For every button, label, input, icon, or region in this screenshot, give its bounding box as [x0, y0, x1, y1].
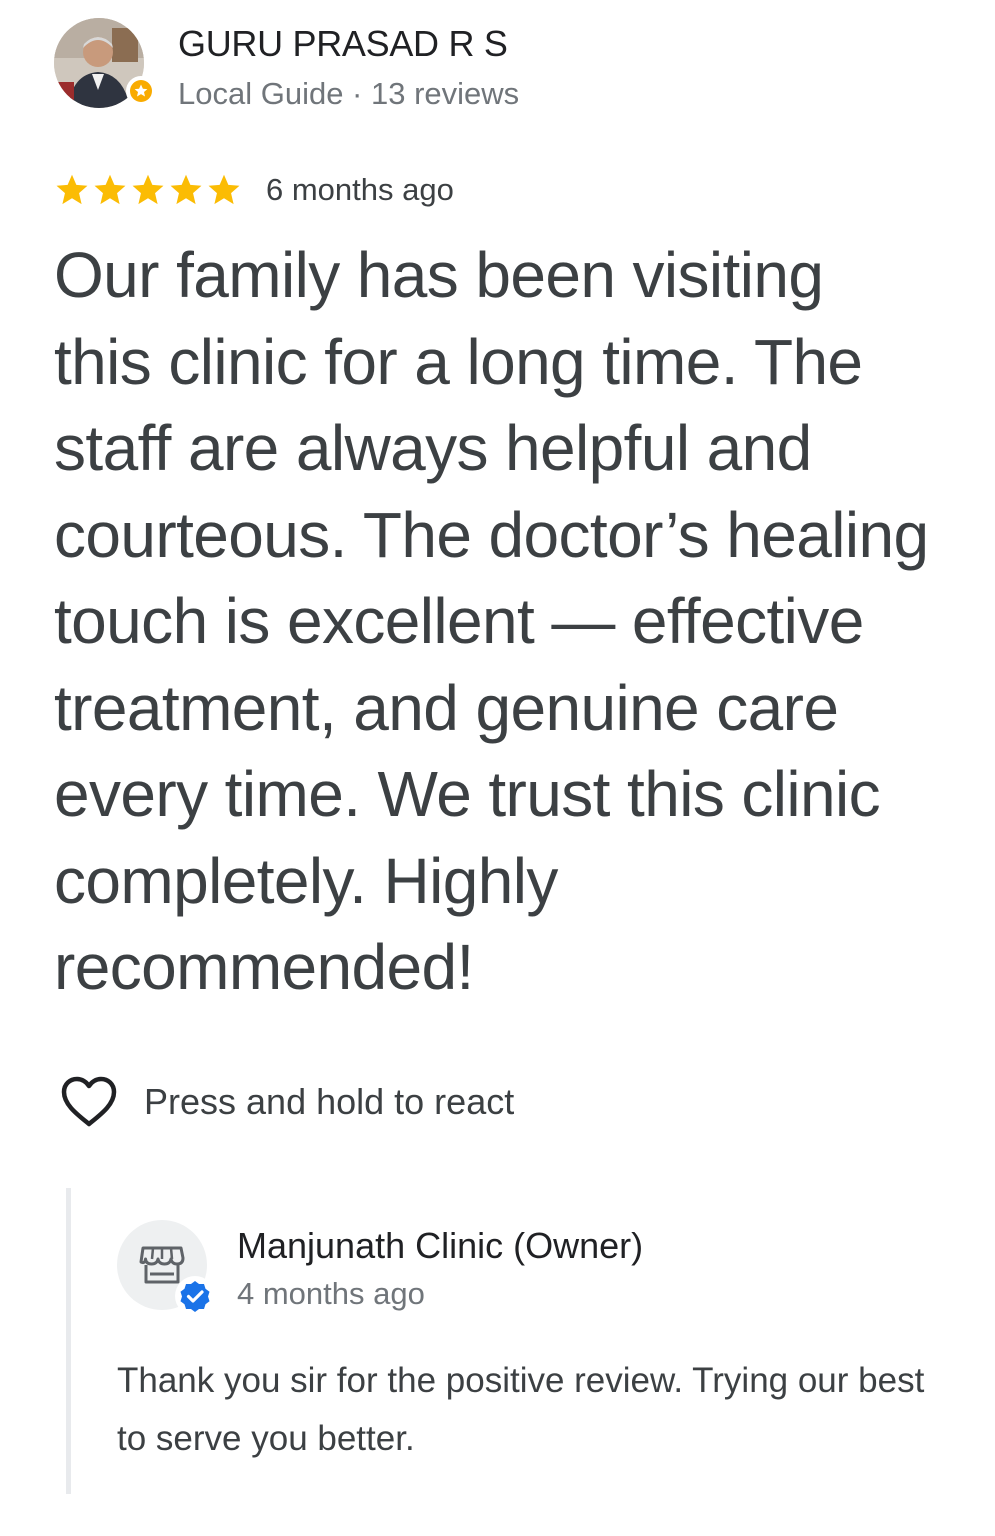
star-icon	[170, 174, 202, 205]
heart-outline-icon[interactable]	[58, 1074, 120, 1130]
react-button[interactable]: Press and hold to react	[58, 1072, 514, 1132]
owner-reply-text: Thank you sir for the positive review. T…	[117, 1361, 925, 1458]
review-text: Our family has been visiting this clinic…	[54, 239, 929, 1003]
local-guide-badge	[126, 76, 156, 106]
owner-name[interactable]: Manjunath Clinic (Owner)	[237, 1224, 643, 1268]
rating-row: 6 months ago	[54, 168, 454, 212]
star-rating	[54, 172, 242, 208]
reviewer-name[interactable]: GURU PRASAD R S	[178, 22, 519, 66]
verified-check-icon	[180, 1281, 210, 1312]
star-icon	[94, 174, 126, 205]
reviewer-subtitle: Local Guide · 13 reviews	[178, 76, 520, 111]
react-label: Press and hold to react	[144, 1081, 515, 1122]
owner-reply-time: 4 months ago	[237, 1276, 425, 1311]
owner-meta: Manjunath Clinic (Owner) 4 months ago	[237, 1224, 643, 1316]
reviewer-meta: GURU PRASAD R S Local Guide · 13 reviews	[178, 22, 519, 116]
verified-badge	[175, 1276, 215, 1316]
review-header: GURU PRASAD R S Local Guide · 13 reviews	[54, 18, 519, 116]
star-icon	[132, 174, 164, 205]
star-icon	[208, 174, 240, 205]
reviewer-avatar-wrap[interactable]	[54, 18, 156, 108]
star-icon	[56, 174, 88, 205]
local-guide-star-icon	[130, 80, 152, 102]
owner-avatar-wrap[interactable]	[117, 1220, 215, 1316]
owner-reply: Manjunath Clinic (Owner) 4 months ago Th…	[66, 1188, 951, 1494]
review-time: 6 months ago	[266, 172, 454, 207]
